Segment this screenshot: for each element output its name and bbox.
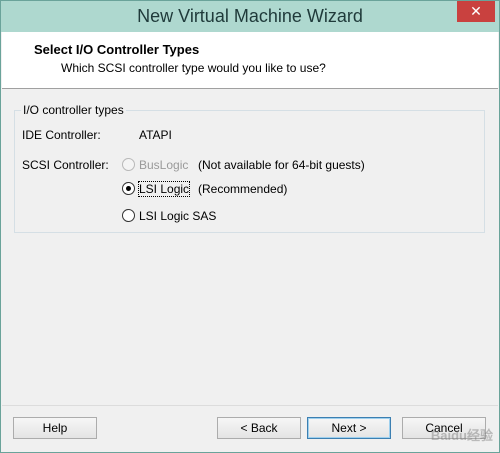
lsi-logic-sas-label[interactable]: LSI Logic SAS: [139, 209, 216, 223]
next-button[interactable]: Next >: [307, 417, 391, 439]
help-button[interactable]: Help: [13, 417, 97, 439]
group-label: I/O controller types: [21, 103, 126, 117]
lsi-logic-sas-radio[interactable]: [122, 209, 135, 222]
ide-controller-value: ATAPI: [139, 128, 172, 142]
lsi-logic-note: (Recommended): [198, 182, 288, 196]
buslogic-label[interactable]: BusLogic: [139, 158, 188, 172]
ide-controller-label: IDE Controller:: [22, 128, 101, 142]
wizard-window: New Virtual Machine Wizard ✕ Select I/O …: [0, 0, 500, 453]
wizard-header: Select I/O Controller Types Which SCSI c…: [2, 32, 498, 89]
page-subtitle: Which SCSI controller type would you lik…: [61, 61, 326, 75]
watermark: Baidu经验: [430, 428, 493, 443]
window-title: New Virtual Machine Wizard: [137, 6, 363, 26]
close-icon: ✕: [470, 3, 482, 19]
lsi-logic-radio[interactable]: [122, 182, 135, 195]
buslogic-radio[interactable]: [122, 158, 135, 171]
button-divider: [2, 405, 498, 406]
close-button[interactable]: ✕: [457, 1, 495, 22]
back-button[interactable]: < Back: [217, 417, 301, 439]
page-title: Select I/O Controller Types: [34, 42, 200, 57]
scsi-controller-label: SCSI Controller:: [22, 158, 109, 172]
selected-dot: [126, 186, 131, 191]
title-bar[interactable]: New Virtual Machine Wizard ✕: [1, 1, 499, 32]
lsi-logic-label[interactable]: LSI Logic: [137, 181, 191, 197]
buslogic-note: (Not available for 64-bit guests): [198, 158, 365, 172]
